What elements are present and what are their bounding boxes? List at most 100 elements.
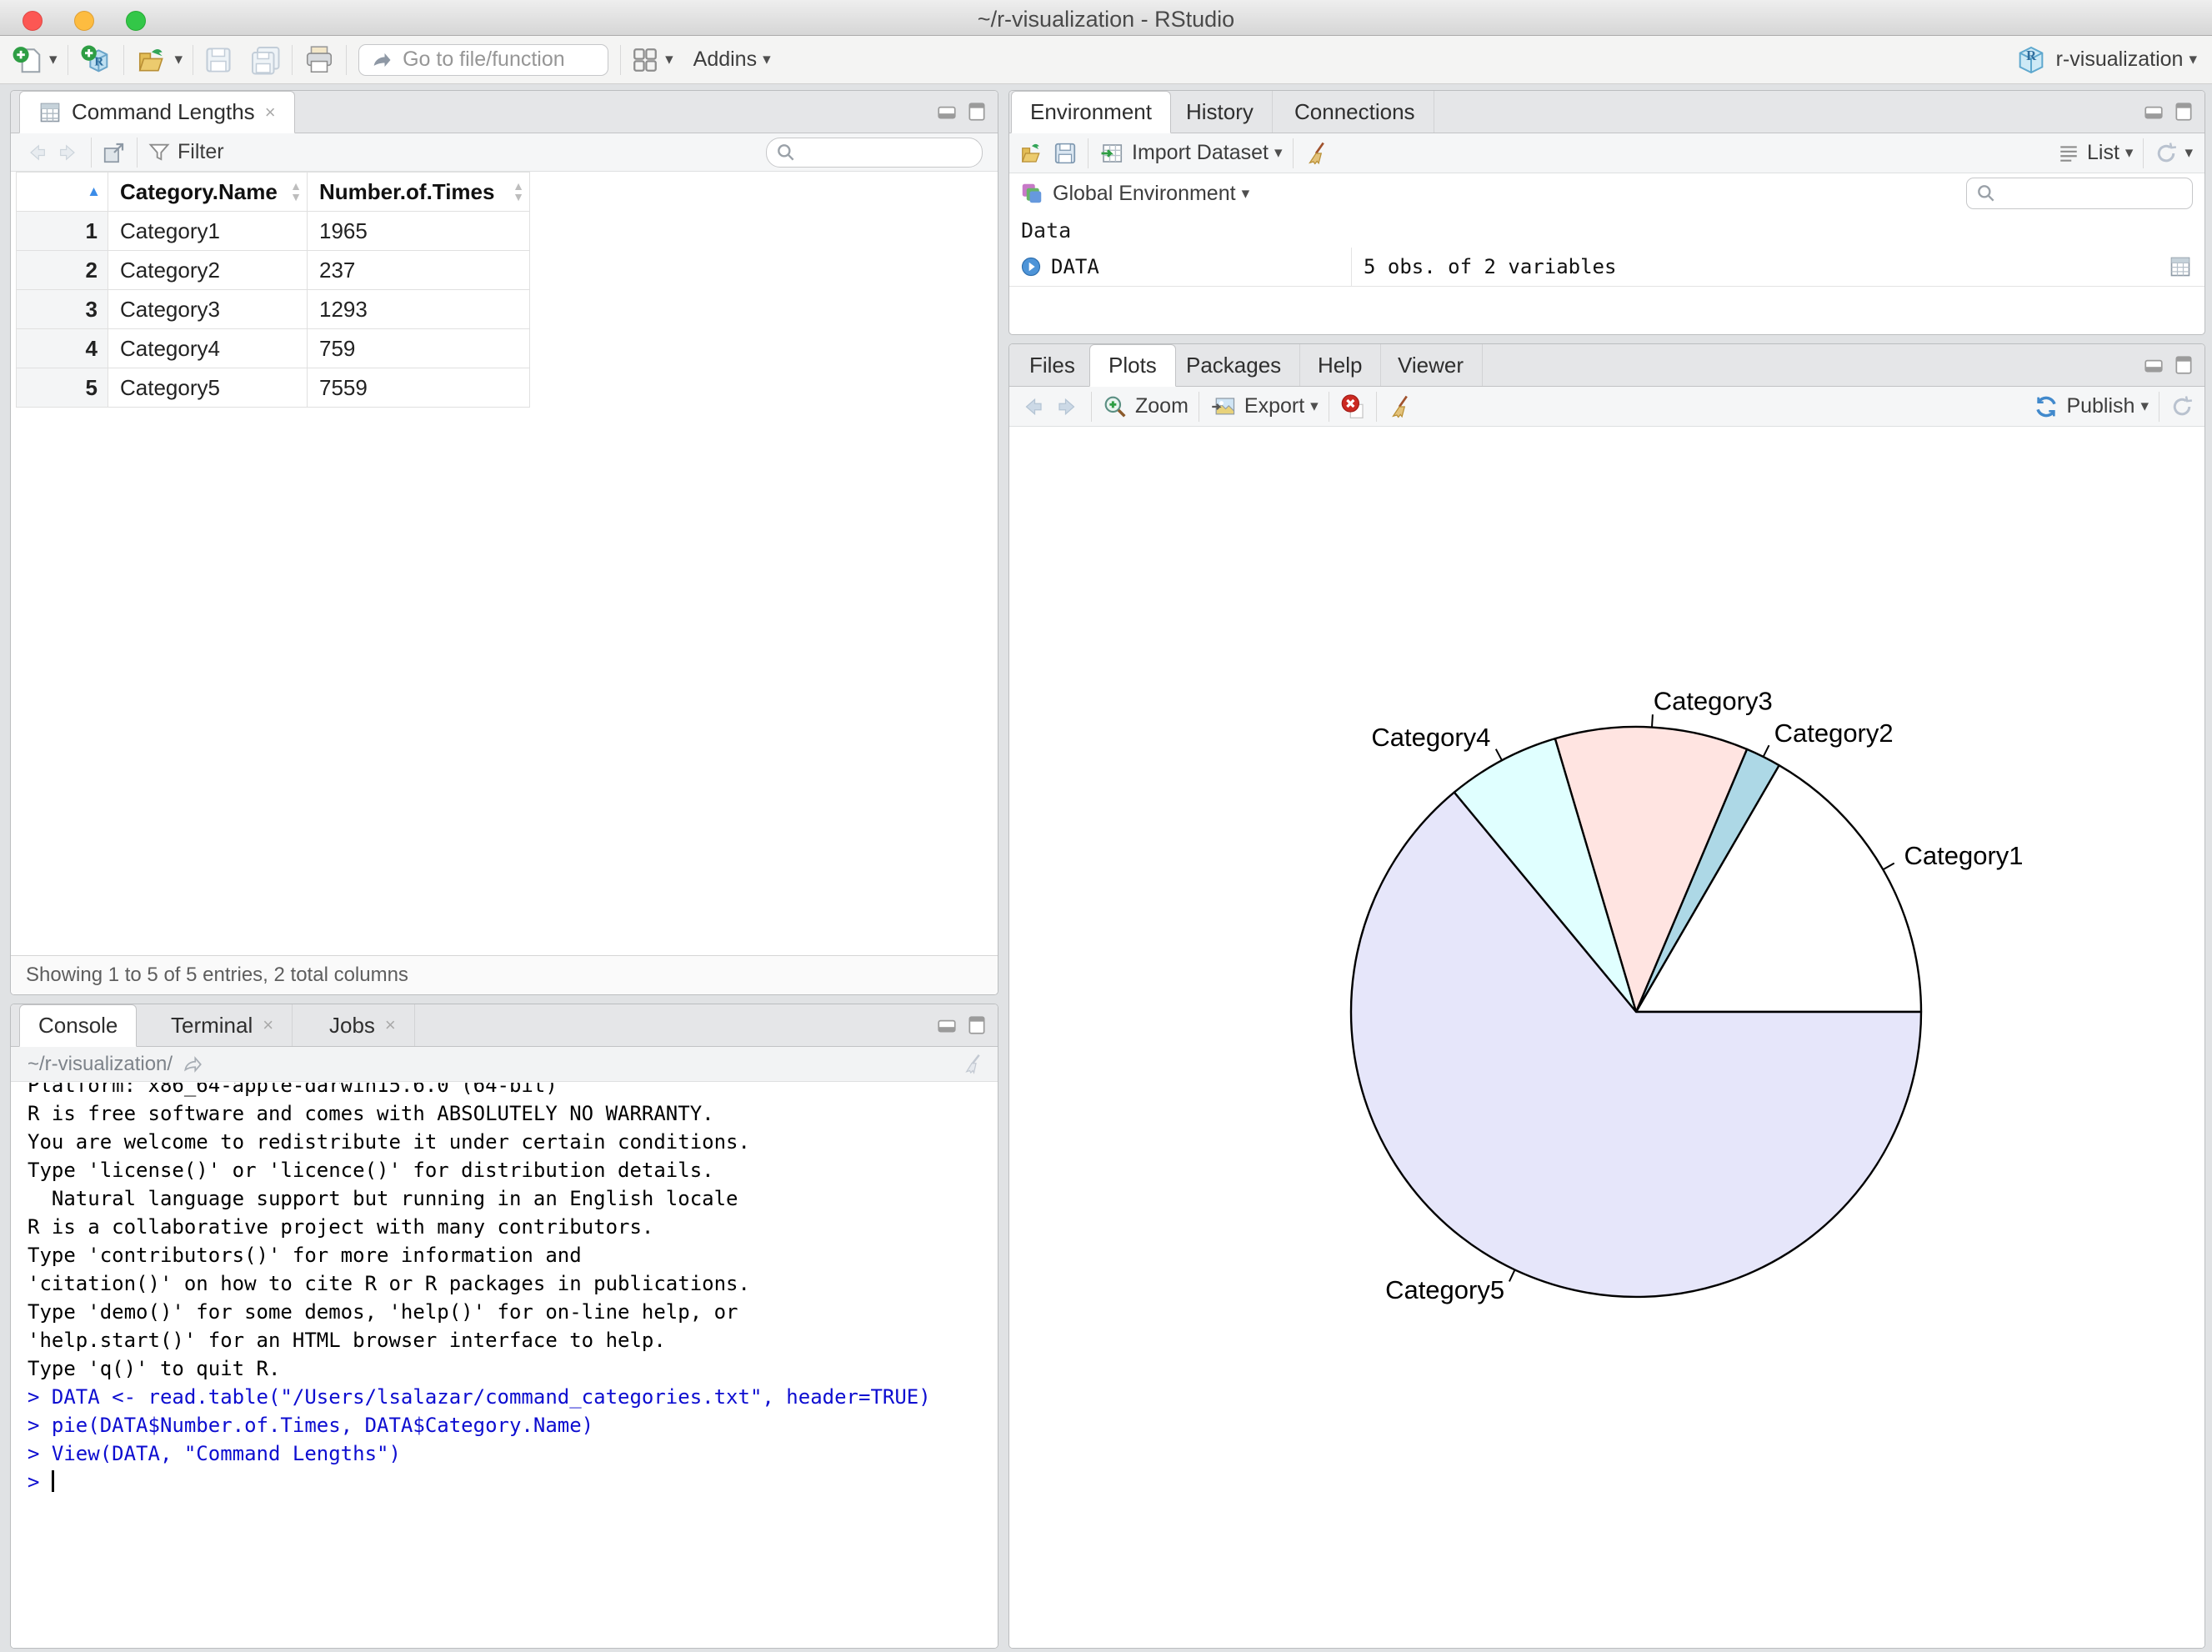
environment-object-row[interactable]: DATA 5 obs. of 2 variables [1009, 248, 2204, 287]
zoom-plot-button[interactable]: Zoom [1135, 394, 1189, 418]
table-cell-times[interactable]: 759 [308, 329, 529, 368]
tab-plots[interactable]: Plots [1089, 344, 1176, 387]
table-cell-times[interactable]: 7559 [308, 368, 529, 407]
main-toolbar: ▾ R ▾ Go to file/function ▾ Addins ▾ R r… [0, 36, 2212, 84]
tab-help[interactable]: Help [1299, 344, 1382, 386]
view-table-icon[interactable] [2168, 255, 2193, 278]
column-header-times[interactable]: Number.of.Times ▲ ▼ [308, 173, 529, 211]
refresh-icon[interactable] [2154, 141, 2179, 166]
maximize-pane-icon[interactable] [966, 101, 988, 123]
goto-directory-icon[interactable] [181, 1054, 204, 1075]
publish-dropdown[interactable]: ▾ [2140, 397, 2149, 416]
maximize-pane-icon[interactable] [966, 1014, 988, 1036]
table-cell-times[interactable]: 1965 [308, 212, 529, 250]
tab-environment[interactable]: Environment [1011, 91, 1171, 133]
clear-environment-icon[interactable] [1304, 140, 1329, 167]
table-cell-name[interactable]: Category2 [108, 251, 307, 289]
environment-panel: Environment History Connections Import D… [1008, 90, 2205, 335]
minimize-pane-icon[interactable] [936, 101, 958, 123]
export-plot-dropdown[interactable]: ▾ [1310, 397, 1319, 416]
clear-all-plots-icon[interactable] [1387, 393, 1412, 420]
remove-plot-icon[interactable] [1339, 393, 1366, 420]
table-row-num[interactable]: 5 [16, 368, 108, 407]
environment-scope-selector[interactable]: Global Environment [1053, 182, 1236, 206]
addins-button[interactable]: Addins [693, 48, 757, 72]
console-line: Type 'contributors()' for more informati… [28, 1244, 582, 1267]
rstudio-window: ~/r-visualization - RStudio ▾ R ▾ Go to … [0, 0, 2212, 1652]
list-view-icon [2057, 143, 2080, 164]
import-dataset-dropdown[interactable]: ▾ [1274, 143, 1283, 163]
plots-panel: Files Plots Packages Help Viewer Zoom Ex… [1008, 343, 2205, 1649]
pie-label-category1: Category1 [1904, 841, 2024, 870]
new-file-dropdown[interactable]: ▾ [49, 50, 58, 69]
tab-files[interactable]: Files [1011, 344, 1094, 386]
expand-object-icon[interactable] [1019, 255, 1043, 278]
panes-grid-icon[interactable] [631, 46, 659, 74]
close-tab-icon[interactable]: × [265, 102, 276, 123]
list-view-button[interactable]: List [2087, 141, 2119, 165]
table-search-input[interactable] [766, 137, 983, 168]
table-row-num[interactable]: 4 [16, 329, 108, 368]
rownum-header[interactable]: ▲ [16, 173, 108, 211]
environment-section-header: Data [1009, 213, 2204, 248]
panes-dropdown[interactable]: ▾ [665, 50, 673, 69]
minimize-pane-icon[interactable] [2143, 101, 2164, 123]
table-row-num[interactable]: 2 [16, 251, 108, 289]
open-file-dropdown[interactable]: ▾ [175, 50, 183, 69]
new-file-icon[interactable] [12, 44, 43, 76]
refresh-plot-icon[interactable] [2169, 394, 2194, 419]
tab-console[interactable]: Console [19, 1004, 138, 1047]
import-dataset-button[interactable]: Import Dataset [1132, 141, 1269, 165]
close-tab-icon[interactable]: × [263, 1014, 273, 1036]
close-tab-icon[interactable]: × [385, 1014, 396, 1036]
object-description: 5 obs. of 2 variables [1364, 255, 1617, 278]
project-selector[interactable]: r-visualization [2056, 48, 2184, 72]
table-cell-name[interactable]: Category3 [108, 290, 307, 328]
project-dropdown[interactable]: ▾ [2189, 50, 2197, 69]
plot-area[interactable]: Category1 Category2 Category3 Category4 Cate… [1009, 427, 2204, 1648]
pie-label-category3: Category3 [1654, 687, 1773, 716]
table-cell-times[interactable]: 237 [308, 251, 529, 289]
load-workspace-icon[interactable] [1018, 141, 1046, 166]
plots-toolbar: Zoom Export ▾ Publish ▾ [1009, 387, 2204, 427]
maximize-pane-icon[interactable] [2173, 101, 2194, 123]
tab-terminal[interactable]: Terminal × [153, 1004, 293, 1046]
environment-search-input[interactable] [1966, 178, 2193, 209]
console-prompt-line[interactable]: > [28, 1468, 998, 1496]
console-line: Type 'q()' to quit R. [28, 1357, 281, 1380]
list-view-dropdown[interactable]: ▾ [2125, 143, 2134, 163]
table-row-num[interactable]: 1 [16, 212, 108, 250]
goto-file-search[interactable]: Go to file/function [358, 43, 609, 76]
console-output[interactable]: Platform: x86_64-apple-darwin15.6.0 (64-… [11, 1083, 998, 1648]
minimize-pane-icon[interactable] [2143, 354, 2164, 376]
maximize-pane-icon[interactable] [2173, 354, 2194, 376]
minimize-pane-icon[interactable] [936, 1014, 958, 1036]
export-plot-button[interactable]: Export [1244, 394, 1304, 418]
save-workspace-icon[interactable] [1053, 141, 1078, 166]
tab-command-lengths[interactable]: Command Lengths × [19, 91, 295, 133]
console-line: 'help.start()' for an HTML browser inter… [28, 1329, 666, 1352]
table-row-num[interactable]: 3 [16, 290, 108, 328]
filter-icon[interactable] [148, 141, 171, 164]
table-cell-name[interactable]: Category1 [108, 212, 307, 250]
table-cell-name[interactable]: Category5 [108, 368, 307, 407]
open-new-window-icon[interactable] [102, 140, 127, 165]
tab-history[interactable]: History [1168, 91, 1273, 133]
tab-jobs[interactable]: Jobs × [311, 1004, 415, 1046]
publish-button[interactable]: Publish [2066, 394, 2134, 418]
tab-connections[interactable]: Connections [1276, 91, 1434, 133]
refresh-dropdown[interactable]: ▾ [2184, 143, 2193, 163]
addins-dropdown[interactable]: ▾ [763, 50, 771, 69]
open-file-icon[interactable] [134, 44, 169, 76]
sort-both-icon: ▲ ▼ [290, 179, 302, 203]
table-cell-times[interactable]: 1293 [308, 290, 529, 328]
new-project-icon[interactable]: R [78, 43, 113, 77]
filter-button[interactable]: Filter [178, 140, 224, 164]
tab-viewer[interactable]: Viewer [1379, 344, 1484, 386]
tab-packages[interactable]: Packages [1168, 344, 1301, 386]
column-header-name[interactable]: Category.Name ▲ ▼ [108, 173, 307, 211]
print-icon[interactable] [303, 44, 336, 76]
table-cell-name[interactable]: Category4 [108, 329, 307, 368]
clear-console-icon[interactable] [959, 1052, 984, 1077]
environment-scope-dropdown[interactable]: ▾ [1242, 184, 1250, 203]
